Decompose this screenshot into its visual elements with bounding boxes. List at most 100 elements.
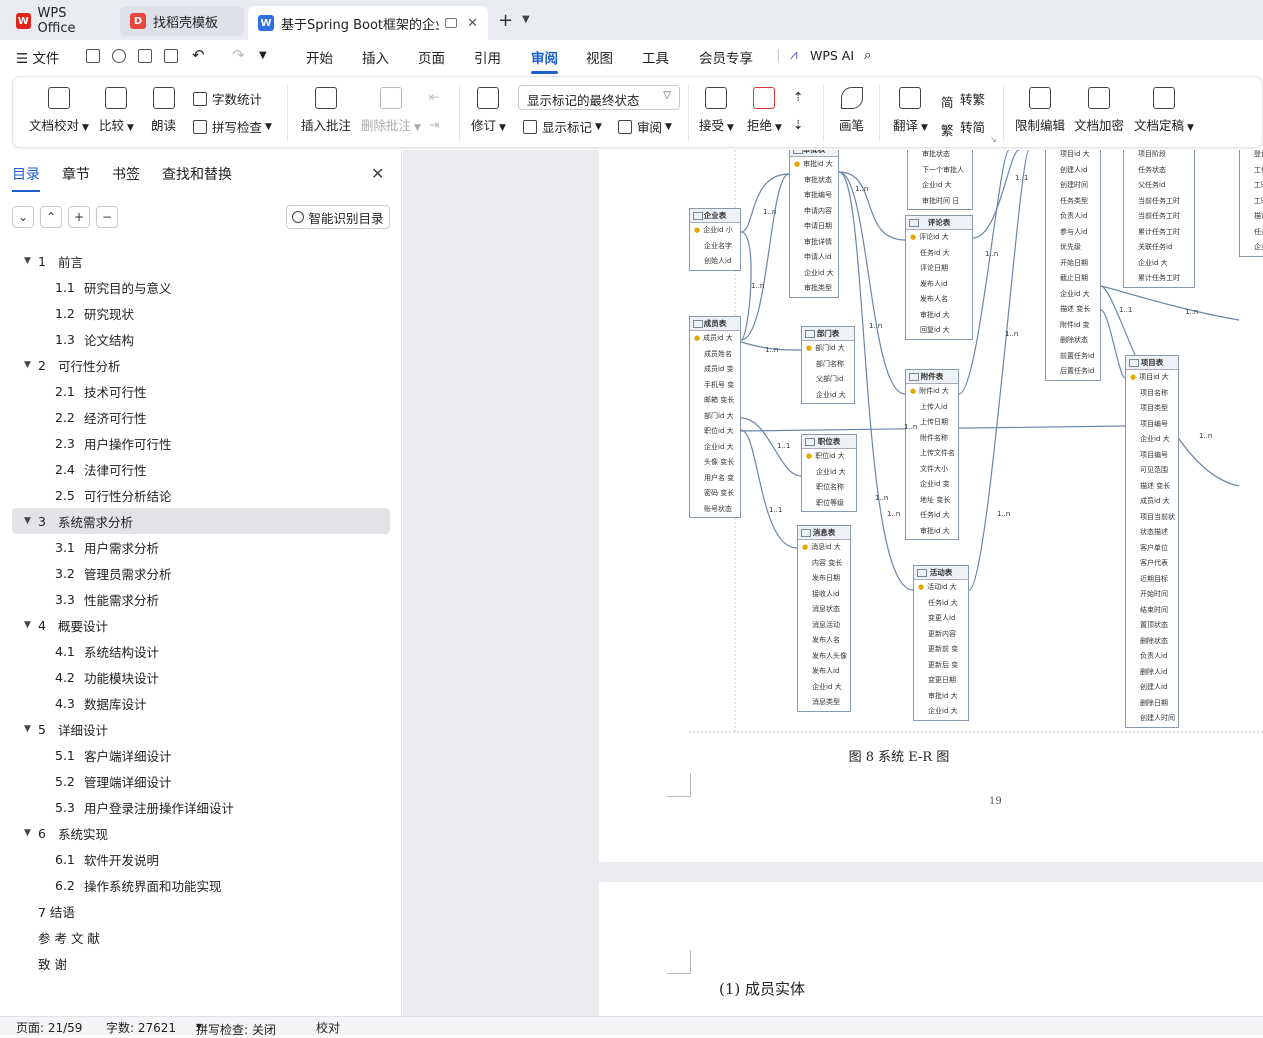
smart-toc-button[interactable]: 智能识别目录 (286, 205, 390, 229)
close-panel-icon[interactable]: ✕ (371, 164, 384, 183)
save-icon[interactable] (86, 49, 100, 63)
menu-page[interactable]: 页面 (418, 47, 445, 67)
redo-icon[interactable]: ↷ (232, 46, 245, 64)
delete-comment-button[interactable]: 删除批注 ▼ (361, 87, 421, 134)
quick-access-more-icon[interactable]: ▼ (259, 50, 267, 61)
toc-item[interactable]: 3.1 用户需求分析 (12, 534, 390, 560)
doc-encrypt-button[interactable]: 文档加密 (1074, 87, 1124, 134)
wps-ai-icon[interactable]: ⩘ (790, 47, 798, 63)
revise-button[interactable]: 修订 ▼ (471, 87, 506, 134)
print-icon[interactable] (138, 49, 152, 63)
page-indicator[interactable]: 页面: 21/59 (16, 1019, 82, 1036)
tab-document[interactable]: W 基于Spring Boot框架的企业项 ✕ (248, 6, 488, 40)
toc-item[interactable]: 1.2 研究现状 (12, 300, 390, 326)
word-count-status[interactable]: 字数: 27621 (106, 1019, 176, 1036)
tab-chapters[interactable]: 章节 (62, 164, 90, 184)
toc-item[interactable]: 2.3 用户操作可行性 (12, 430, 390, 456)
next-comment-icon[interactable]: ⇥ (429, 117, 439, 132)
document-canvas[interactable]: 企业表企业id 小企业名字创始人id成员表成员id 大成员姓名成员id 变手机号… (403, 150, 1263, 1016)
review-pane-button[interactable]: 审阅 ▼ (618, 117, 672, 136)
toc-item[interactable]: 5.3 用户登录注册操作详细设计 (12, 794, 390, 820)
menu-view[interactable]: 视图 (586, 47, 613, 67)
expand-up-icon[interactable]: ⌃ (40, 206, 62, 228)
toc-item[interactable]: 致 谢 (12, 950, 390, 976)
toc-item[interactable]: 4.1 系统结构设计 (12, 638, 390, 664)
toc-item[interactable]: 2.5 可行性分析结论 (12, 482, 390, 508)
expand-triangle-icon[interactable]: ▼ (24, 256, 31, 266)
prev-change-icon[interactable]: ⇡ (793, 89, 803, 104)
toc-item[interactable]: 6.2 操作系统界面和功能实现 (12, 872, 390, 898)
restrict-edit-button[interactable]: 限制编辑 (1015, 87, 1065, 134)
menu-start[interactable]: 开始 (306, 47, 333, 67)
toc-item[interactable]: 7 结语 (12, 898, 390, 924)
remove-heading-icon[interactable]: − (96, 206, 118, 228)
tab-wps-office[interactable]: W WPS Office (6, 6, 112, 36)
brush-button[interactable]: 画笔 (839, 87, 864, 134)
word-count-button[interactable]: 字数统计 (193, 89, 262, 108)
toc-item[interactable]: 5.1 客户端详细设计 (12, 742, 390, 768)
toc-item[interactable]: ▼ 5 详细设计 (12, 716, 390, 742)
add-heading-icon[interactable]: + (68, 206, 90, 228)
menu-tools[interactable]: 工具 (642, 47, 669, 67)
tab-find-replace[interactable]: 查找和替换 (162, 164, 232, 184)
toc-item[interactable]: ▼ 4 概要设计 (12, 612, 390, 638)
toc-item[interactable]: 3.2 管理员需求分析 (12, 560, 390, 586)
compare-button[interactable]: 比较 ▼ (99, 87, 134, 134)
menu-insert[interactable]: 插入 (362, 47, 389, 67)
file-menu[interactable]: ☰ 文件 (16, 47, 59, 67)
expand-triangle-icon[interactable]: ▼ (24, 724, 31, 734)
spell-check-status[interactable]: 拼写检查: 关闭 ▾ (196, 1019, 276, 1037)
collapse-all-icon[interactable]: ⌄ (12, 206, 34, 228)
accept-button[interactable]: 接受 ▼ (699, 87, 734, 134)
toc-item[interactable]: 2.1 技术可行性 (12, 378, 390, 404)
spell-check-button[interactable]: 拼写检查 ▼ (193, 117, 272, 136)
toc-item[interactable]: 2.2 经济可行性 (12, 404, 390, 430)
read-aloud-button[interactable]: 朗读 (151, 87, 176, 134)
toc-item[interactable]: ▼ 6 系统实现 (12, 820, 390, 846)
search-icon[interactable]: ⌕ (864, 47, 872, 63)
undo-icon[interactable]: ↶ (192, 46, 205, 64)
link-icon[interactable] (112, 49, 126, 63)
to-simplified-button[interactable]: 繁转简 (941, 117, 985, 138)
window-preview-icon[interactable] (445, 18, 457, 28)
toc-item[interactable]: 参 考 文 献 (12, 924, 390, 950)
toc-item[interactable]: ▼ 1 前言 (12, 248, 390, 274)
insert-comment-button[interactable]: 插入批注 (301, 87, 351, 134)
wps-ai-button[interactable]: WPS AI (810, 48, 854, 63)
expand-triangle-icon[interactable]: ▼ (24, 620, 31, 630)
toc-item[interactable]: 1.3 论文结构 (12, 326, 390, 352)
expand-triangle-icon[interactable]: ▼ (24, 360, 31, 370)
toc-item[interactable]: 6.1 软件开发说明 (12, 846, 390, 872)
toc-item[interactable]: 4.2 功能模块设计 (12, 664, 390, 690)
markup-state-select[interactable]: 显示标记的最终状态 ▽ (518, 85, 680, 110)
tab-bookmarks[interactable]: 书签 (112, 164, 140, 184)
reject-button[interactable]: 拒绝 ▼ (747, 87, 782, 134)
toc-item[interactable]: ▼ 2 可行性分析 (12, 352, 390, 378)
prev-comment-icon[interactable]: ⇤ (429, 89, 439, 104)
toc-item[interactable]: 4.3 数据库设计 (12, 690, 390, 716)
menu-member[interactable]: 会员专享 (699, 47, 753, 67)
doc-check-button[interactable]: 文档校对 ▼ (29, 87, 89, 134)
dialog-launcher-icon[interactable]: ↘ (990, 135, 997, 144)
show-markup-button[interactable]: 显示标记 ▼ (523, 117, 602, 136)
to-traditional-button[interactable]: 简转繁 (941, 89, 985, 110)
toc-item[interactable]: 2.4 法律可行性 (12, 456, 390, 482)
close-tab-icon[interactable]: ✕ (467, 16, 478, 31)
menu-review[interactable]: 审阅 (531, 47, 558, 74)
tab-toc[interactable]: 目录 (12, 164, 40, 192)
toc-item[interactable]: 1.1 研究目的与意义 (12, 274, 390, 300)
toc-item[interactable]: ▼ 3 系统需求分析 (12, 508, 390, 534)
chevron-down-icon[interactable]: ▼ (522, 14, 530, 25)
finalize-button[interactable]: 文档定稿 ▼ (1134, 87, 1194, 134)
expand-triangle-icon[interactable]: ▼ (24, 828, 31, 838)
proofread-status[interactable]: 校对 (316, 1019, 340, 1036)
translate-button[interactable]: 翻译 ▼ (893, 87, 928, 134)
toc-item[interactable]: 3.3 性能需求分析 (12, 586, 390, 612)
tab-docer-templates[interactable]: D 找稻壳模板 (120, 6, 244, 36)
next-change-icon[interactable]: ⇣ (793, 117, 803, 132)
print-preview-icon[interactable] (164, 49, 178, 63)
menu-reference[interactable]: 引用 (474, 47, 501, 67)
new-tab-icon[interactable]: + (498, 10, 513, 31)
expand-triangle-icon[interactable]: ▼ (24, 516, 31, 526)
toc-item[interactable]: 5.2 管理端详细设计 (12, 768, 390, 794)
